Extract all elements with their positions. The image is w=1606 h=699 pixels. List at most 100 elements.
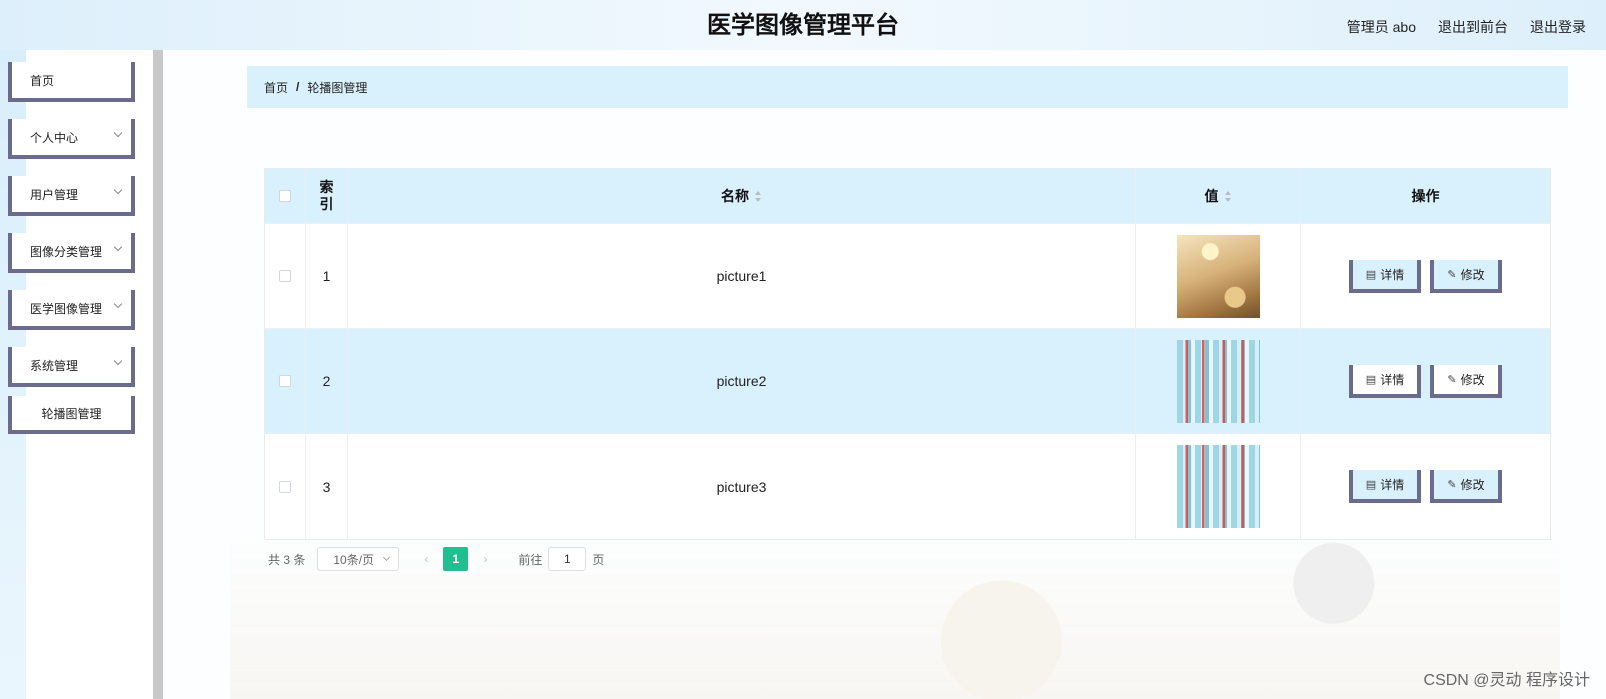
goto-page-input[interactable]: 1 [548,547,587,571]
table-header: 索引 名称 值 操作 [265,169,1550,224]
edit-button[interactable]: ✎ 修改 [1430,259,1502,293]
header-ops: 操作 [1301,169,1550,223]
pagination: 共 3 条 10条/页 ‹ 1 › 前往 1 页 [268,547,604,571]
chevron-right-icon: › [483,552,488,566]
logout-link[interactable]: 退出登录 [1530,17,1586,37]
sidebar-menu: 首页 个人中心 用户管理 图像分类管理 医学图像管理 系统管理 轮播图管理 [8,62,135,451]
row-name: picture1 [348,224,1136,328]
admin-user-link[interactable]: 管理员 abo [1347,17,1416,37]
carousel-table: 索引 名称 值 操作 1 picture1 ▤ 详情 ✎ 修改 2 picture2… [264,168,1551,540]
row-ops: ▤ 详情 ✎ 修改 [1301,434,1550,539]
sort-icon[interactable] [755,190,762,202]
page-size-value: 10条/页 [333,552,375,567]
sidebar-divider [153,50,163,699]
row-index: 1 [306,224,348,328]
sidebar-subitem-carousel[interactable]: 轮播图管理 [8,396,135,434]
row-select-cell [265,224,306,328]
row-checkbox[interactable] [279,375,291,387]
sidebar-item-label: 医学图像管理 [30,301,103,316]
prev-page-button[interactable]: ‹ [415,547,437,571]
sidebar-item-label: 首页 [30,73,55,88]
chevron-down-icon [113,356,123,366]
row-select-cell [265,329,306,433]
detail-label: 详情 [1380,372,1405,387]
page-size-select[interactable]: 10条/页 [317,547,400,571]
edit-label: 修改 [1460,372,1485,387]
edit-button[interactable]: ✎ 修改 [1430,470,1502,503]
sidebar-subitem-label: 轮播图管理 [41,406,102,421]
row-name: picture3 [348,434,1136,539]
sidebar-item-image-category[interactable]: 图像分类管理 [8,233,135,273]
breadcrumb: 首页 / 轮播图管理 [247,66,1568,108]
row-ops: ▤ 详情 ✎ 修改 [1301,329,1550,433]
row-checkbox[interactable] [279,480,291,493]
edit-label: 修改 [1460,267,1485,282]
header-value-label: 值 [1204,188,1219,204]
watermark: CSDN @灵动 程序设计 [1423,672,1590,689]
chevron-down-icon [113,185,123,195]
pagination-total: 共 3 条 [268,552,306,567]
chevron-down-icon [113,299,123,309]
header-name[interactable]: 名称 [348,169,1136,223]
detail-label: 详情 [1380,478,1405,492]
edit-button[interactable]: ✎ 修改 [1430,364,1502,398]
sidebar-item-label: 个人中心 [30,130,79,145]
table-row: 3 picture3 ▤ 详情 ✎ 修改 [265,434,1550,539]
row-value [1136,224,1301,328]
row-index: 2 [306,329,348,433]
document-icon: ▤ [1365,373,1377,386]
current-page-button[interactable]: 1 [443,547,469,571]
header-index: 索引 [306,169,348,223]
pencil-icon: ✎ [1447,268,1457,281]
edit-label: 修改 [1460,478,1485,492]
row-name: picture2 [348,329,1136,433]
header-select-cell [265,169,306,223]
ecg-image[interactable] [1176,445,1260,528]
sort-icon[interactable] [1224,190,1232,202]
detail-button[interactable]: ▤ 详情 [1349,259,1421,293]
back-to-frontend-link[interactable]: 退出到前台 [1438,17,1508,37]
breadcrumb-home[interactable]: 首页 [264,79,288,96]
select-all-checkbox[interactable] [279,190,291,202]
sidebar-item-user-management[interactable]: 用户管理 [8,176,135,216]
row-ops: ▤ 详情 ✎ 修改 [1301,224,1550,328]
header-value[interactable]: 值 [1136,169,1301,223]
header-index-label: 索引 [319,179,334,212]
goto-label: 前往 [518,552,543,567]
sidebar-item-personal-center[interactable]: 个人中心 [8,119,135,159]
sidebar-item-medical-image[interactable]: 医学图像管理 [8,290,135,330]
sidebar-item-home[interactable]: 首页 [8,62,135,102]
header-name-label: 名称 [721,188,749,204]
table-row: 1 picture1 ▤ 详情 ✎ 修改 [265,224,1550,329]
page-unit-label: 页 [592,552,605,567]
chevron-down-icon [383,553,391,562]
row-checkbox[interactable] [279,270,291,282]
row-value [1136,329,1301,433]
sidebar-item-label: 用户管理 [30,187,79,202]
table-row: 2 picture2 ▤ 详情 ✎ 修改 [265,329,1550,434]
ecg-image[interactable] [1176,339,1260,423]
row-select-cell [265,434,306,539]
row-index: 3 [306,434,348,539]
room-image[interactable] [1176,234,1260,318]
breadcrumb-current: 轮播图管理 [307,80,368,95]
chevron-down-icon [113,242,123,252]
detail-label: 详情 [1380,267,1405,282]
breadcrumb-separator: / [296,80,300,94]
row-value [1136,434,1301,539]
chevron-left-icon: ‹ [424,552,429,566]
pencil-icon: ✎ [1447,479,1457,491]
detail-button[interactable]: ▤ 详情 [1349,364,1421,398]
top-header: 医学图像管理平台 管理员 abo 退出到前台 退出登录 [0,0,1606,50]
sidebar-item-system[interactable]: 系统管理 [8,347,135,387]
document-icon: ▤ [1365,268,1377,281]
next-page-button[interactable]: › [474,547,496,571]
header-ops-label: 操作 [1411,188,1440,204]
header-links: 管理员 abo 退出到前台 退出登录 [1347,17,1586,37]
pencil-icon: ✎ [1447,373,1457,386]
document-icon: ▤ [1365,479,1377,491]
sidebar-item-label: 系统管理 [30,358,79,373]
sidebar-item-label: 图像分类管理 [30,244,103,259]
detail-button[interactable]: ▤ 详情 [1349,470,1421,503]
chevron-down-icon [113,128,123,138]
